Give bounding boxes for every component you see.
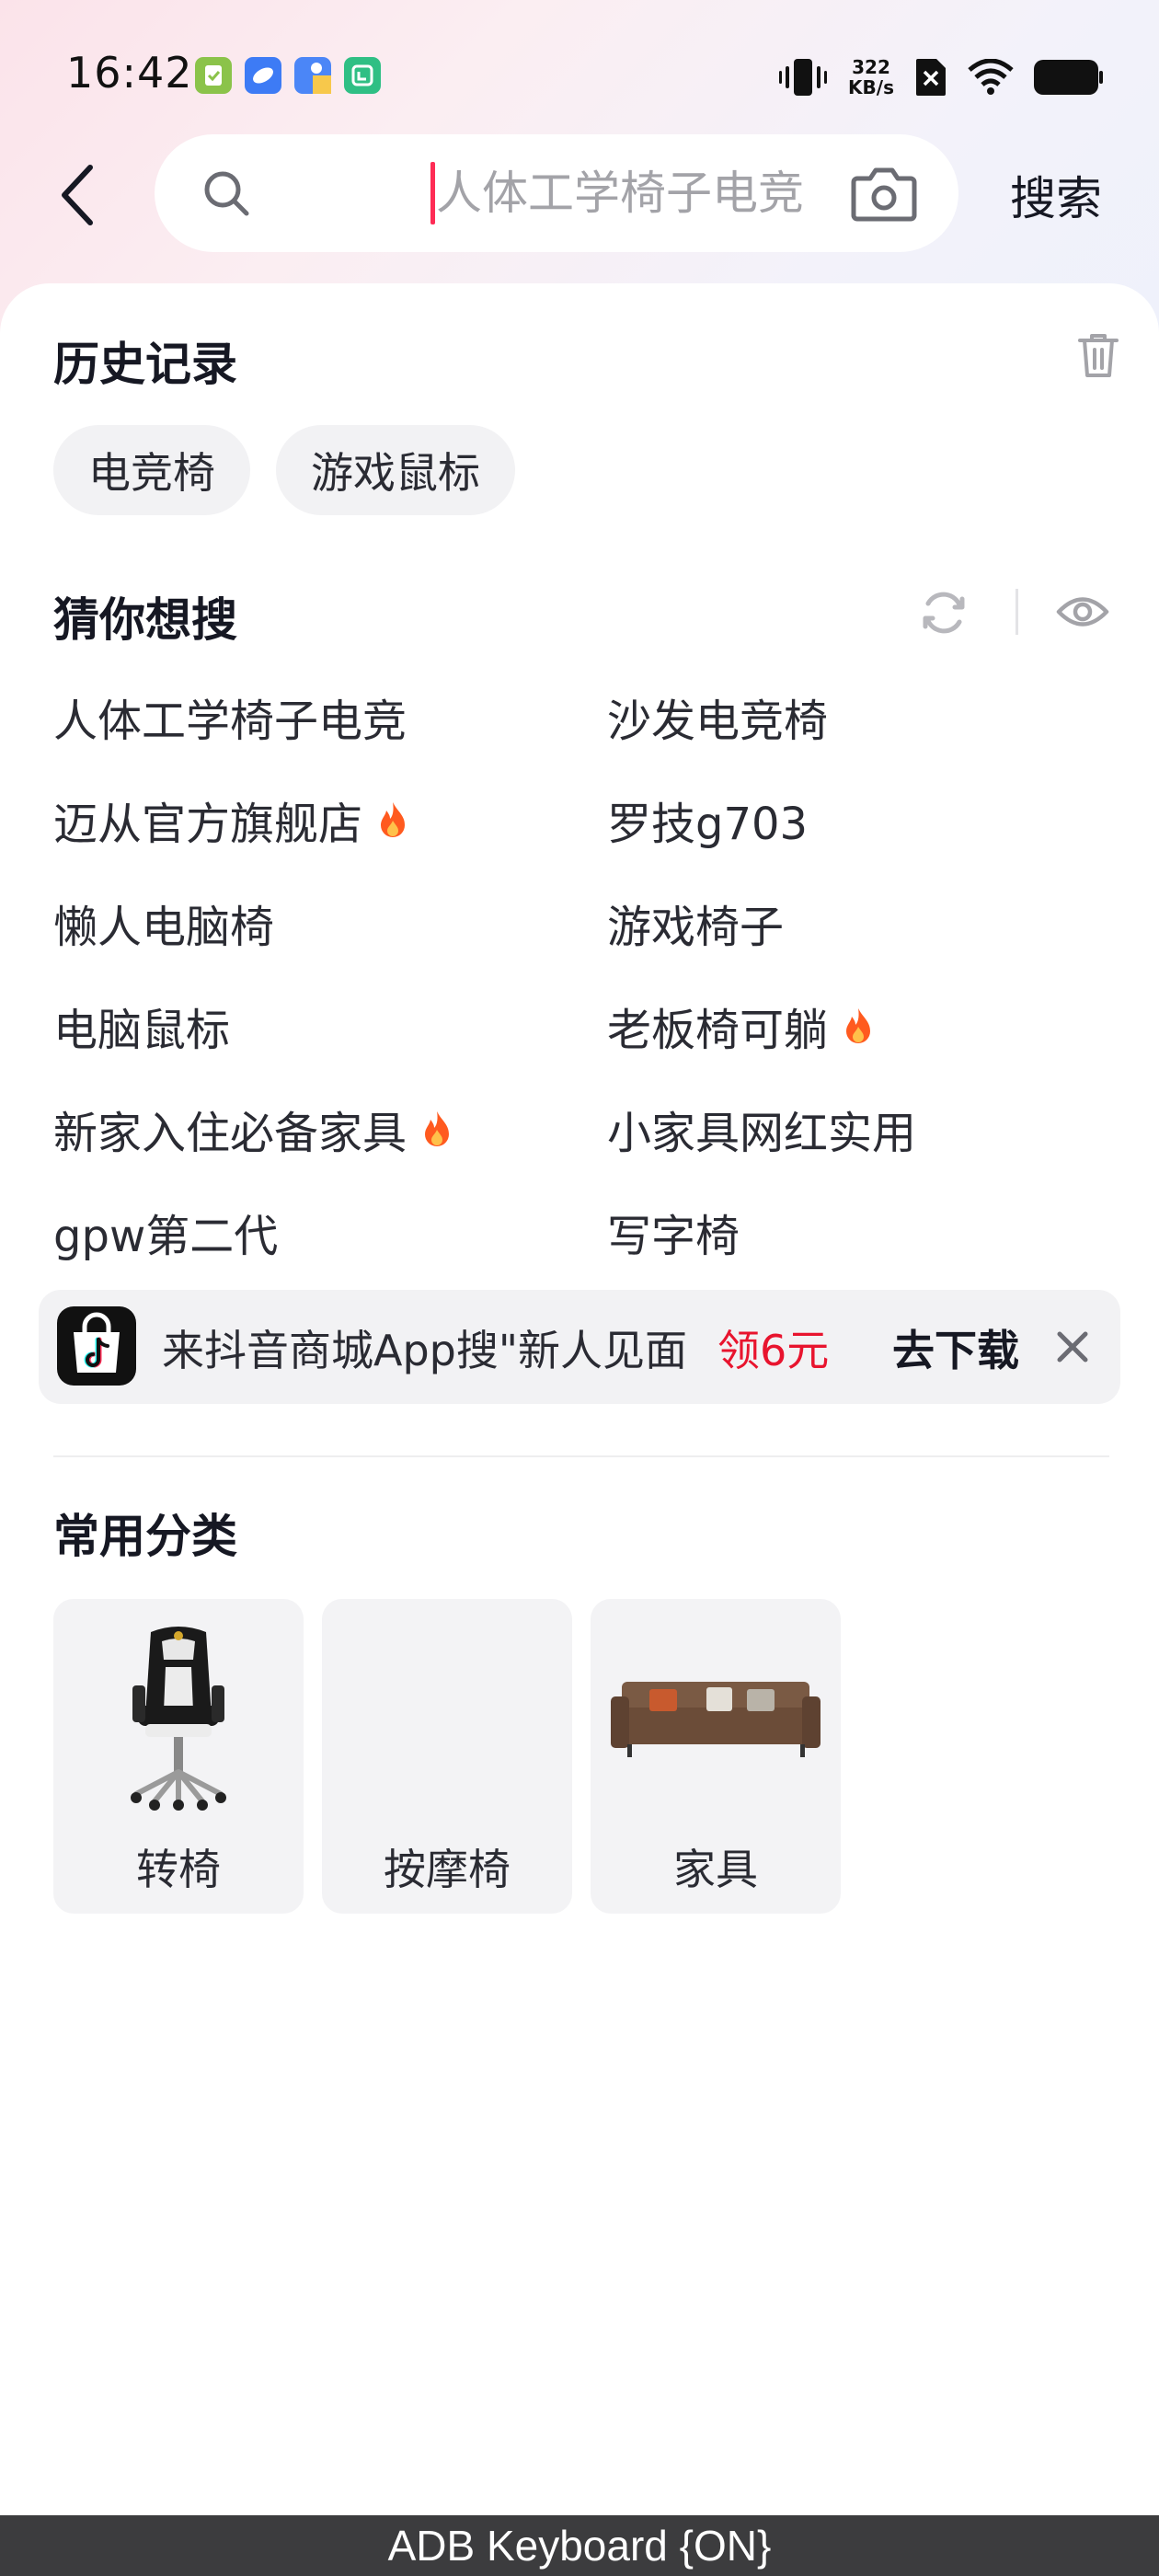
history-chip[interactable]: 电竞椅 xyxy=(53,425,250,515)
category-card-massage-chair[interactable]: 按摩椅 xyxy=(322,1599,572,1914)
suggestion-label: 老板椅可躺 xyxy=(607,1005,829,1056)
suggestion-item[interactable]: 沙发电竞椅 xyxy=(607,684,828,749)
refresh-icon[interactable] xyxy=(918,587,970,638)
trash-icon[interactable] xyxy=(1076,331,1120,379)
search-box[interactable] xyxy=(155,134,988,252)
history-chip[interactable]: 游戏鼠标 xyxy=(276,425,515,515)
suggestion-item[interactable]: 罗技g703 xyxy=(607,788,808,852)
notification-app-icon-green xyxy=(195,57,232,94)
suggestion-label: 人体工学椅子电竞 xyxy=(53,696,407,747)
network-speed: 322 KB/s xyxy=(848,57,894,98)
app-download-banner[interactable]: 来抖音商城App搜"新人见面 领6元 去下载 xyxy=(39,1290,1120,1404)
suggestion-label: 迈从官方旗舰店 xyxy=(53,799,363,850)
network-speed-value: 322 xyxy=(852,56,890,78)
category-label: 家具 xyxy=(673,1845,758,1894)
suggestion-label: 懒人电脑椅 xyxy=(53,902,275,953)
gaming-chair-image xyxy=(131,1627,226,1811)
history-title: 历史记录 xyxy=(53,338,237,391)
notification-app-icon-teal xyxy=(344,57,381,94)
toolbar-divider xyxy=(1016,589,1018,635)
fire-icon xyxy=(846,1008,871,1043)
category-card-furniture[interactable]: 家具 xyxy=(591,1599,841,1914)
category-card-swivel-chair[interactable]: 转椅 xyxy=(53,1599,304,1914)
suggestion-label: gpw第二代 xyxy=(53,1211,279,1262)
suggestion-item[interactable]: 懒人电脑椅 xyxy=(53,891,274,955)
camera-icon[interactable] xyxy=(850,164,918,223)
categories-title: 常用分类 xyxy=(53,1510,237,1563)
suggestion-label: 罗技g703 xyxy=(607,799,809,850)
massage-chair-image-placeholder xyxy=(322,1621,572,1814)
eye-icon[interactable] xyxy=(1056,589,1109,635)
chevron-left-icon xyxy=(62,165,93,225)
suggestion-item[interactable]: 游戏椅子 xyxy=(607,891,784,955)
fire-icon xyxy=(425,1111,450,1146)
suggestion-item[interactable]: 迈从官方旗舰店 xyxy=(53,788,408,852)
category-label: 按摩椅 xyxy=(384,1845,511,1894)
suggestion-label: 新家入住必备家具 xyxy=(53,1108,407,1159)
notification-app-icon-blue xyxy=(245,57,281,94)
back-button[interactable] xyxy=(52,162,103,228)
adb-keyboard-bar: ADB Keyboard {ON} xyxy=(0,2515,1159,2576)
suggestion-item[interactable]: 人体工学椅子电竞 xyxy=(53,684,407,749)
douyin-mall-logo xyxy=(57,1306,136,1386)
banner-reward: 领6元 xyxy=(717,1326,830,1375)
adb-keyboard-label: ADB Keyboard {ON} xyxy=(387,2522,772,2570)
wifi-icon xyxy=(968,59,1014,95)
suggestion-label: 小家具网红实用 xyxy=(607,1108,917,1159)
notification-app-icon-multicolor xyxy=(294,57,331,94)
suggestion-label: 沙发电竞椅 xyxy=(607,696,829,747)
status-time: 16:42 xyxy=(66,48,193,98)
vibrate-icon xyxy=(779,59,828,96)
no-sim-icon xyxy=(916,59,946,96)
text-cursor xyxy=(430,162,435,224)
suggestion-item[interactable]: 小家具网红实用 xyxy=(607,1097,916,1161)
banner-download-button[interactable]: 去下载 xyxy=(892,1317,1019,1378)
close-icon[interactable] xyxy=(1054,1328,1091,1365)
suggestion-label: 电脑鼠标 xyxy=(53,1005,231,1056)
battery-icon xyxy=(1034,60,1103,95)
banner-text: 来抖音商城App搜"新人见面 xyxy=(162,1326,688,1375)
suggestion-item[interactable]: 写字椅 xyxy=(607,1200,740,1264)
category-label: 转椅 xyxy=(136,1845,221,1894)
status-right-group: 322 KB/s xyxy=(778,50,1104,105)
suggestion-item[interactable]: 电脑鼠标 xyxy=(53,994,230,1058)
sofa-image xyxy=(611,1682,820,1757)
search-icon xyxy=(204,171,249,216)
suggestions-title: 猜你想搜 xyxy=(53,593,237,647)
fire-icon xyxy=(381,802,406,837)
suggestion-item[interactable]: gpw第二代 xyxy=(53,1200,278,1264)
section-divider xyxy=(53,1455,1109,1457)
suggestion-label: 游戏椅子 xyxy=(607,902,785,953)
suggestion-item[interactable]: 新家入住必备家具 xyxy=(53,1097,453,1161)
suggestion-item[interactable]: 老板椅可躺 xyxy=(607,994,874,1058)
status-bar: 16:42 322 KB/s xyxy=(0,0,1159,147)
suggestion-label: 写字椅 xyxy=(607,1211,740,1262)
search-submit-button[interactable]: 搜索 xyxy=(1010,162,1102,228)
network-speed-unit: KB/s xyxy=(848,76,894,98)
